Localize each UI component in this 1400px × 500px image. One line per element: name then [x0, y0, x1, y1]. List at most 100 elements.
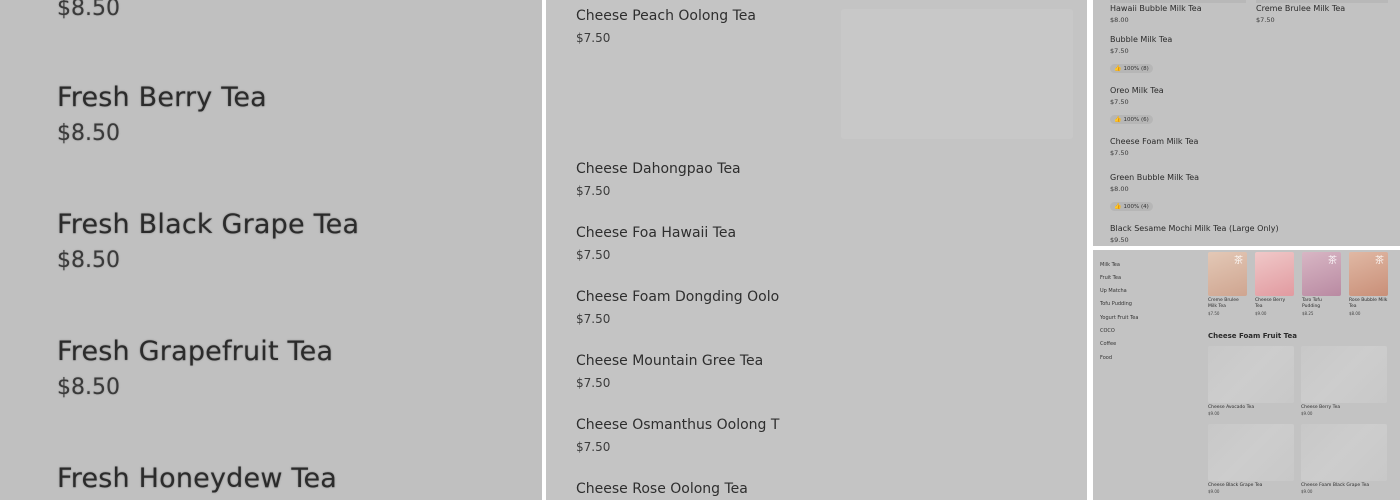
- item-name: Cheese Peach Oolong Tea: [576, 8, 757, 24]
- menu-item[interactable]: Hawaii Bubble Milk Tea $8.00: [1110, 4, 1202, 24]
- menu-item[interactable]: Cheese Foam Dongding Oolo $7.50: [576, 289, 779, 326]
- rating-text: 100% (6): [1123, 116, 1149, 123]
- item-name: Creme Brulee Milk Tea: [1256, 4, 1346, 13]
- menu-item[interactable]: Fresh Honeydew Tea: [57, 463, 337, 494]
- product-photo[interactable]: 茶: [1349, 252, 1388, 296]
- product-price: $9.00: [1301, 411, 1313, 416]
- rating-badge: 👍 100% (8): [1110, 64, 1153, 73]
- item-name: Fresh Berry Tea: [57, 82, 267, 113]
- section-title: Cheese Foam Fruit Tea: [1208, 332, 1297, 340]
- item-name: Oreo Milk Tea: [1110, 86, 1164, 95]
- rating-badge: 👍 100% (6): [1110, 115, 1153, 124]
- item-name: Green Bubble Milk Tea: [1110, 173, 1200, 182]
- product-card-image[interactable]: [1208, 346, 1294, 403]
- menu-item[interactable]: Green Bubble Milk Tea $8.00 👍 100% (4): [1110, 173, 1199, 212]
- product-price: $9.00: [1208, 489, 1220, 494]
- item-price: $8.50: [57, 248, 120, 273]
- thumbs-up-icon: 👍: [1114, 203, 1122, 210]
- product-card-image[interactable]: [1301, 346, 1387, 403]
- item-price: $7.50: [576, 376, 611, 390]
- category-link-food[interactable]: Food: [1100, 355, 1112, 361]
- milk-tea-list-panel: Hawaii Bubble Milk Tea $8.00 Creme Brule…: [1093, 0, 1400, 246]
- menu-item[interactable]: Cheese Peach Oolong Tea $7.50: [576, 8, 756, 45]
- product-name: Cheese Berry Tea: [1301, 405, 1341, 410]
- item-name: Hawaii Bubble Milk Tea: [1110, 4, 1202, 13]
- item-price: $8.50: [57, 121, 120, 146]
- item-price: $7.50: [1110, 98, 1129, 106]
- product-price: $8.00: [1349, 311, 1361, 316]
- item-name: Cheese Foa Hawaii Tea: [576, 225, 737, 241]
- item-price: $7.50: [1110, 149, 1129, 157]
- category-link-tofu-pudding[interactable]: Tofu Pudding: [1100, 301, 1132, 307]
- menu-item[interactable]: Fresh Grapefruit Tea $8.50: [57, 336, 333, 400]
- menu-item[interactable]: Fresh Berry Tea $8.50: [57, 82, 267, 146]
- menu-item[interactable]: Cheese Foa Hawaii Tea $7.50: [576, 225, 736, 262]
- thumbs-up-icon: 👍: [1114, 116, 1122, 123]
- thumbs-up-icon: 👍: [1114, 65, 1122, 72]
- item-price: $8.00: [1110, 16, 1129, 24]
- menu-item[interactable]: Creme Brulee Milk Tea $7.50: [1256, 4, 1345, 24]
- product-photo[interactable]: 茶: [1302, 252, 1341, 296]
- item-name: Cheese Foam Milk Tea: [1110, 137, 1199, 146]
- menu-item-price-cut: $8.50: [57, 0, 120, 21]
- image-strip: [1110, 0, 1246, 3]
- category-cut-off: — — — —: [1100, 250, 1125, 253]
- item-name: Fresh Grapefruit Tea: [57, 336, 334, 367]
- item-price: $7.50: [576, 312, 611, 326]
- product-name: Cheese Berry Tea: [1255, 298, 1286, 309]
- product-name: Rose Bubble Milk Tea: [1349, 298, 1388, 309]
- product-name: Cheese Black Grape Tea: [1208, 483, 1263, 488]
- product-price: $9.00: [1255, 311, 1267, 316]
- category-grid-panel: — — — — Milk Tea Fruit Tea Up Matcha Tof…: [1093, 250, 1400, 500]
- product-photo[interactable]: 茶: [1208, 252, 1247, 296]
- product-name: Taro Tofu Pudding: [1302, 298, 1322, 309]
- category-link-yogurt-fruit-tea[interactable]: Yogurt Fruit Tea: [1100, 315, 1138, 321]
- menu-item[interactable]: Cheese Mountain Gree Tea $7.50: [576, 353, 763, 390]
- brand-mark: 茶: [1373, 255, 1383, 264]
- item-name: Fresh Honeydew Tea: [57, 463, 338, 494]
- item-name: Cheese Osmanthus Oolong T: [576, 417, 780, 433]
- menu-item[interactable]: Fresh Black Grape Tea $8.50: [57, 209, 359, 273]
- category-link-milk-tea[interactable]: Milk Tea: [1100, 262, 1120, 268]
- item-price: $7.50: [576, 31, 611, 45]
- product-card-image[interactable]: [1208, 424, 1294, 481]
- rating-text: 100% (8): [1123, 65, 1149, 72]
- menu-item[interactable]: Cheese Osmanthus Oolong T $7.50: [576, 417, 779, 454]
- category-link-fruit-tea[interactable]: Fruit Tea: [1100, 275, 1121, 281]
- category-link-up-matcha[interactable]: Up Matcha: [1100, 288, 1127, 294]
- item-price: $8.50: [57, 0, 120, 21]
- item-name: Cheese Mountain Gree Tea: [576, 353, 764, 369]
- menu-item[interactable]: Cheese Dahongpao Tea $7.50: [576, 161, 741, 198]
- item-price: $8.50: [57, 375, 120, 400]
- item-price: $9.50: [1110, 236, 1129, 244]
- menu-item[interactable]: Bubble Milk Tea $7.50 👍 100% (8): [1110, 35, 1172, 74]
- menu-item[interactable]: Black Sesame Mochi Milk Tea (Large Only)…: [1110, 224, 1279, 244]
- item-name: Bubble Milk Tea: [1110, 35, 1173, 44]
- brand-mark: 茶: [1232, 255, 1242, 264]
- category-link-coco[interactable]: COCO: [1100, 328, 1115, 334]
- rating-badge: 👍 100% (4): [1110, 202, 1153, 211]
- brand-mark: 茶: [1326, 255, 1336, 264]
- menu-item[interactable]: Cheese Rose Oolong Tea: [576, 481, 748, 497]
- item-name: Cheese Rose Oolong Tea: [576, 481, 748, 497]
- category-link-coffee[interactable]: Coffee: [1100, 341, 1116, 347]
- product-price: $7.50: [1208, 311, 1220, 316]
- item-name: Cheese Dahongpao Tea: [576, 161, 741, 177]
- menu-item[interactable]: Cheese Foam Milk Tea $7.50: [1110, 137, 1198, 157]
- product-price: $9.00: [1208, 411, 1220, 416]
- rating-text: 100% (4): [1123, 203, 1149, 210]
- menu-item[interactable]: Oreo Milk Tea $7.50 👍 100% (6): [1110, 86, 1164, 125]
- item-name: Cheese Foam Dongding Oolo: [576, 289, 780, 305]
- item-name: Black Sesame Mochi Milk Tea (Large Only): [1110, 224, 1279, 233]
- image-strip: [1256, 0, 1388, 3]
- item-price: $8.00: [1110, 185, 1129, 193]
- item-price: $7.50: [576, 440, 611, 454]
- item-price: $7.50: [1256, 16, 1275, 24]
- product-price: $9.00: [1301, 489, 1313, 494]
- product-name: Cheese Avocado Tea: [1208, 405, 1255, 410]
- item-name: Fresh Black Grape Tea: [57, 209, 360, 240]
- product-card-image[interactable]: [1301, 424, 1387, 481]
- product-photo[interactable]: [1255, 252, 1294, 296]
- product-name: Creme Brulee Milk Tea: [1208, 298, 1239, 309]
- item-image-placeholder: [841, 9, 1073, 139]
